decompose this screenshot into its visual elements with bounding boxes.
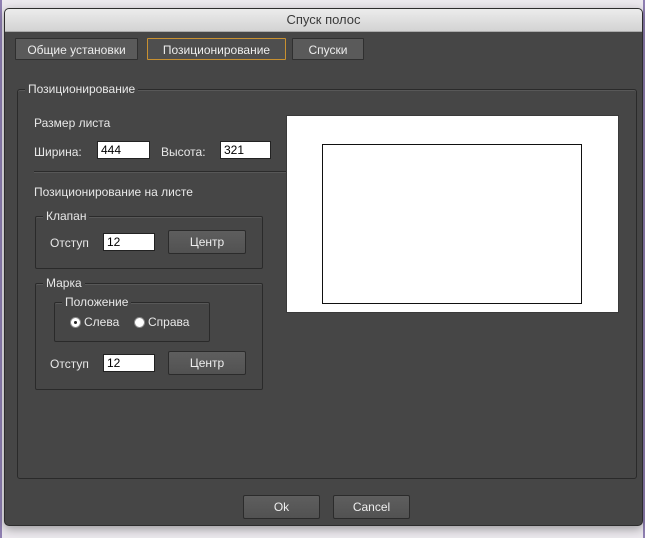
tab-impositions[interactable]: Спуски <box>292 38 364 60</box>
radio-selected-dot <box>74 321 77 324</box>
title-bar[interactable]: Спуск полос <box>5 9 642 32</box>
positioning-group-title: Позиционирование <box>25 82 139 96</box>
flap-group-title: Клапан <box>43 209 90 223</box>
left-radio[interactable] <box>70 317 81 328</box>
sheet-height-label: Высота: <box>161 145 206 159</box>
sheet-preview <box>286 115 619 313</box>
tab-positioning[interactable]: Позиционирование <box>147 38 286 60</box>
mark-offset-input[interactable] <box>103 354 155 372</box>
dialog-window: Спуск полос Общие установки Позициониров… <box>4 8 643 526</box>
mark-offset-label: Отступ <box>50 357 89 371</box>
mark-group-title: Марка <box>43 276 85 290</box>
mark-position-group: Положение Слева Справа <box>54 295 210 342</box>
sheet-size-heading: Размер листа <box>34 116 111 130</box>
desktop-edge-left <box>0 0 2 538</box>
on-sheet-heading: Позиционирование на листе <box>34 185 193 199</box>
ok-button[interactable]: Ok <box>243 495 320 519</box>
sheet-height-input[interactable] <box>220 141 271 159</box>
sheet-width-input[interactable] <box>97 141 150 159</box>
left-radio-label[interactable]: Слева <box>84 315 119 329</box>
mark-position-title: Положение <box>62 295 132 309</box>
mark-center-button[interactable]: Центр <box>168 351 246 375</box>
section-divider <box>34 171 286 172</box>
flap-center-button[interactable]: Центр <box>168 230 246 254</box>
sheet-width-label: Ширина: <box>34 145 82 159</box>
positioning-group: Позиционирование Размер листа Ширина: Вы… <box>17 82 637 479</box>
flap-offset-label: Отступ <box>50 236 89 250</box>
right-radio[interactable] <box>134 317 145 328</box>
mark-group: Марка Положение Слева Справа Отступ Цент… <box>35 276 263 390</box>
cancel-button[interactable]: Cancel <box>333 495 410 519</box>
right-radio-label[interactable]: Справа <box>148 315 189 329</box>
flap-group: Клапан Отступ Центр <box>35 209 263 269</box>
preview-sheet-outline <box>322 144 582 304</box>
flap-offset-input[interactable] <box>103 233 155 251</box>
tab-general-settings[interactable]: Общие установки <box>15 38 138 60</box>
window-title: Спуск полос <box>286 12 361 27</box>
